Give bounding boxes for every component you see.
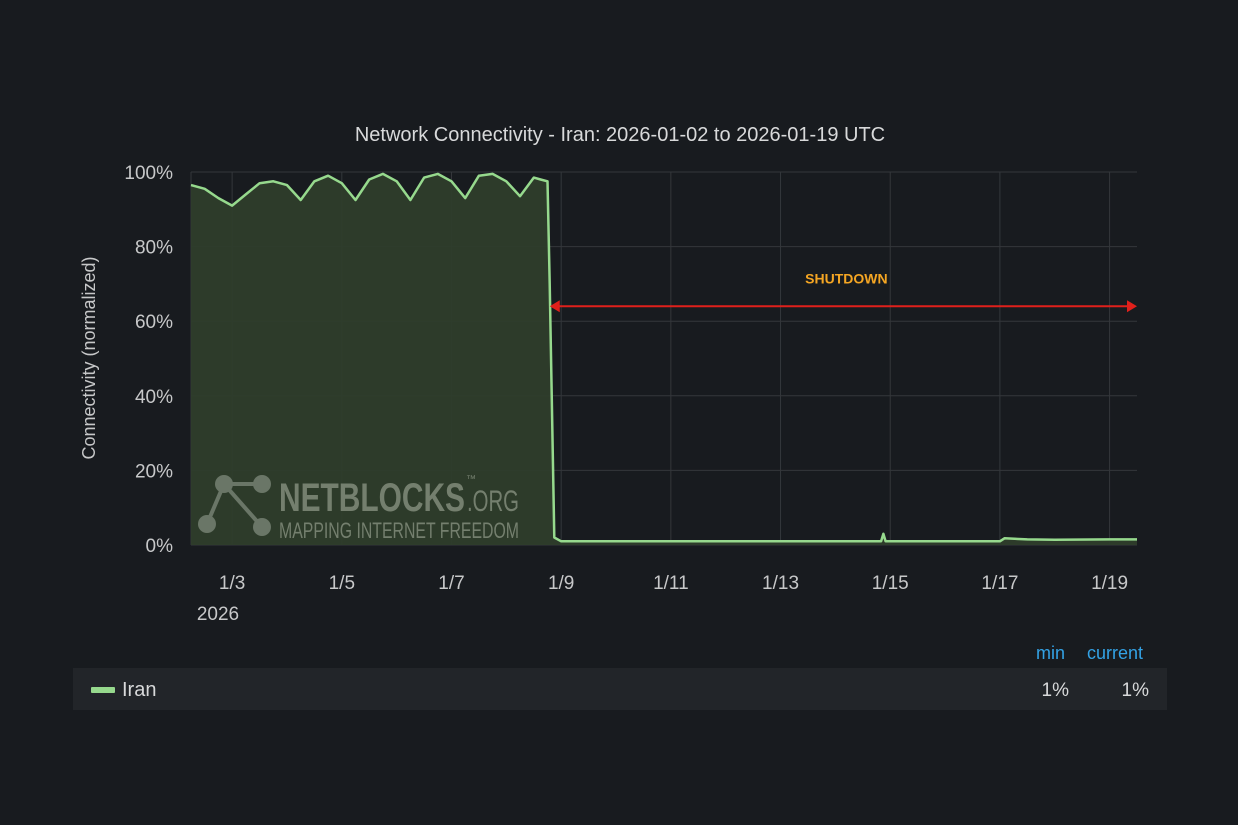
x-tick-label: 1/11 [653, 573, 689, 594]
x-tick-label: 1/17 [981, 573, 1018, 594]
legend-row-iran[interactable]: Iran 1% 1% [73, 668, 1167, 710]
shutdown-arrow-right-head [1127, 300, 1137, 313]
x-tick-label: 1/15 [872, 573, 909, 594]
watermark-tm: ™ [466, 474, 476, 485]
x-tick-label: 1/13 [762, 573, 799, 594]
legend-series-name: Iran [122, 679, 157, 701]
watermark-name: NETBLOCKS [279, 476, 465, 520]
y-tick-label: 100% [124, 163, 173, 184]
x-tick-label: 1/19 [1091, 573, 1128, 594]
y-tick-label: 80% [135, 238, 173, 259]
y-tick-label: 60% [135, 312, 173, 333]
watermark-domain: .ORG [467, 485, 519, 518]
x-tick-labels: 1/3 1/5 1/7 1/9 1/11 1/13 1/15 1/17 1/19 [219, 573, 1128, 594]
x-year-label: 2026 [197, 604, 239, 625]
y-tick-label: 20% [135, 461, 173, 482]
legend-header: min current [73, 640, 1167, 668]
legend-min-value: 1% [1041, 680, 1069, 701]
legend-swatch [91, 687, 115, 693]
x-tick-label: 1/7 [438, 573, 464, 594]
legend-header-current[interactable]: current [1087, 643, 1143, 664]
watermark-tagline: MAPPING INTERNET FREEDOM [279, 518, 519, 543]
y-tick-label: 0% [146, 536, 174, 557]
chart-title: Network Connectivity - Iran: 2026-01-02 … [355, 124, 885, 146]
legend-header-min[interactable]: min [1036, 643, 1065, 664]
x-tick-label: 1/9 [548, 573, 574, 594]
y-axis-label: Connectivity (normalized) [79, 256, 99, 459]
y-tick-label: 40% [135, 387, 173, 408]
legend-current-value: 1% [1121, 680, 1149, 701]
y-tick-labels: 0% 20% 40% 60% 80% 100% [124, 163, 173, 557]
legend-table: min current Iran 1% 1% [73, 640, 1167, 710]
x-tick-label: 1/3 [219, 573, 245, 594]
shutdown-label: SHUTDOWN [805, 270, 887, 286]
x-tick-label: 1/5 [329, 573, 355, 594]
shutdown-annotation: SHUTDOWN [549, 270, 1137, 313]
